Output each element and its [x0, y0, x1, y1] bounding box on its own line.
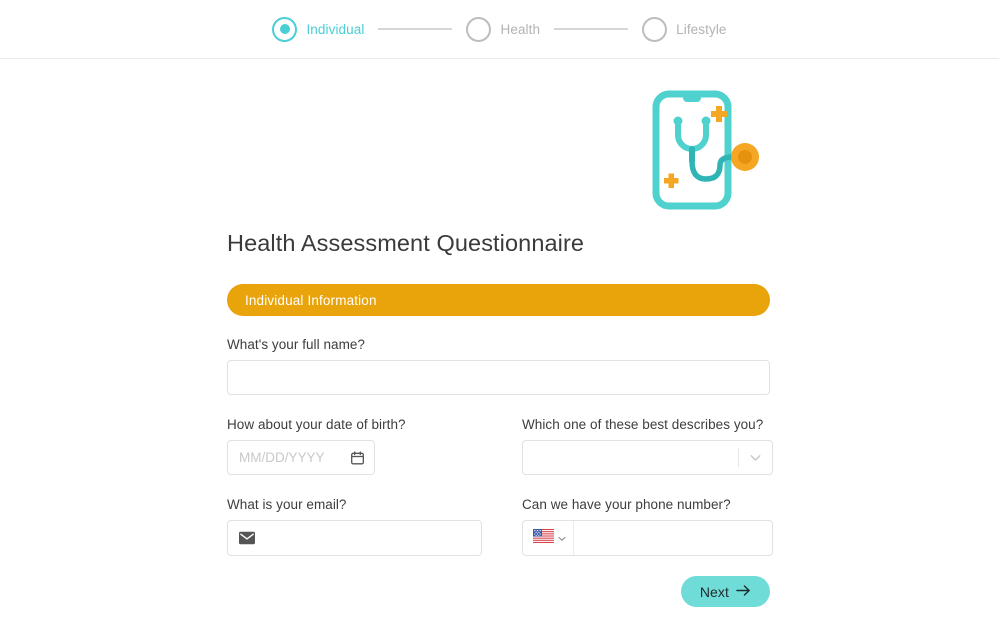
- section-banner-individual-information: Individual Information: [227, 284, 770, 316]
- describes-you-select[interactable]: [522, 440, 773, 475]
- phone-wrapper: [522, 520, 773, 556]
- step-label-individual: Individual: [306, 21, 365, 37]
- phone-label: Can we have your phone number?: [522, 497, 731, 512]
- next-button[interactable]: Next: [680, 576, 770, 607]
- email-label: What is your email?: [227, 497, 347, 512]
- stepper-header: Individual Health Lifestyle: [0, 0, 999, 59]
- chevron-down-icon: [558, 529, 566, 547]
- field-row-dob-describes: How about your date of birth? MM/DD/YYYY…: [227, 417, 773, 475]
- date-of-birth-wrapper: [227, 440, 375, 475]
- chevron-down-icon[interactable]: [739, 449, 772, 466]
- full-name-input[interactable]: [227, 360, 770, 395]
- field-row-email-phone: What is your email? Can we have your pho…: [227, 497, 773, 556]
- step-lifestyle[interactable]: Lifestyle: [642, 16, 727, 42]
- step-label-health: Health: [500, 21, 541, 37]
- phone-number-input[interactable]: [574, 521, 772, 555]
- stepper: Individual Health Lifestyle: [272, 16, 727, 42]
- illustration-area: [227, 59, 770, 211]
- full-name-label: What's your full name?: [227, 337, 365, 352]
- field-full-name: What's your full name?: [227, 337, 770, 395]
- form-actions: Next: [227, 576, 770, 607]
- arrow-right-icon: [736, 584, 751, 600]
- step-label-lifestyle: Lifestyle: [676, 21, 727, 37]
- date-of-birth-input[interactable]: [227, 440, 375, 475]
- individual-information-form: What's your full name? How about your da…: [227, 337, 773, 607]
- form-container: Health Assessment Questionnaire Individu…: [227, 59, 773, 607]
- step-health[interactable]: Health: [466, 16, 541, 42]
- empty-circle-icon: [642, 16, 668, 42]
- field-email: What is your email?: [227, 497, 482, 556]
- section-banner-label: Individual Information: [245, 292, 377, 308]
- next-button-label: Next: [699, 583, 729, 600]
- field-phone: Can we have your phone number?: [522, 497, 773, 556]
- page-body: Health Assessment Questionnaire Individu…: [0, 59, 999, 625]
- step-connector-1: [378, 28, 453, 30]
- field-date-of-birth: How about your date of birth?: [227, 417, 475, 475]
- describes-you-label: Which one of these best describes you?: [522, 417, 764, 432]
- step-connector-2: [554, 28, 629, 30]
- filled-circle-icon: [272, 16, 298, 42]
- step-individual[interactable]: Individual: [272, 16, 365, 42]
- email-input[interactable]: [227, 520, 482, 556]
- date-of-birth-label: How about your date of birth?: [227, 417, 406, 432]
- us-flag-icon: [533, 528, 554, 548]
- country-selector-button[interactable]: [523, 521, 573, 555]
- phone-stethoscope-illustration: [652, 90, 759, 210]
- field-describes-you: Which one of these best describes you?: [522, 417, 773, 475]
- email-wrapper: [227, 520, 482, 556]
- empty-circle-icon: [466, 16, 492, 42]
- page-title: Health Assessment Questionnaire: [227, 230, 585, 256]
